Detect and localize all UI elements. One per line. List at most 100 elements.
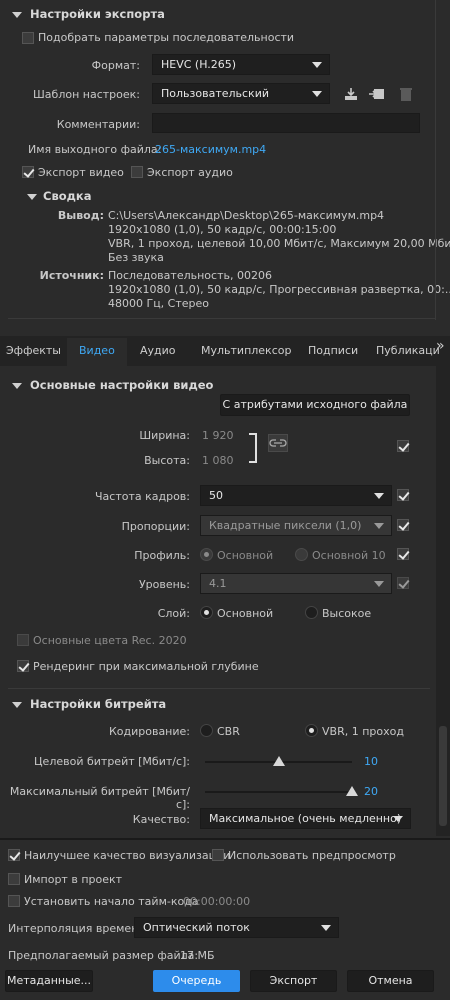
level-value: 4.1 (209, 577, 227, 590)
cbr-radio[interactable] (200, 724, 213, 737)
comments-label: Комментарии: (56, 118, 140, 131)
aspect-override-checkbox[interactable] (397, 519, 409, 531)
match-sequence-label: Подобрать параметры последовательности (38, 31, 295, 44)
preset-label: Шаблон настроек: (33, 88, 140, 101)
cbr-label: CBR (217, 725, 240, 738)
max-depth-checkbox[interactable] (17, 660, 29, 672)
chevron-down-icon (374, 493, 384, 499)
tier-high-label: Высокое (322, 607, 372, 620)
width-value: 1 920 (202, 429, 234, 442)
quality-dropdown[interactable]: Максимальное (очень медленно) (200, 808, 411, 829)
max-depth-label: Рендеринг при максимальной глубине (33, 660, 259, 673)
summary-title: Сводка (43, 189, 92, 203)
fps-label: Частота кадров: (94, 490, 190, 503)
fps-override-checkbox[interactable] (397, 489, 409, 501)
vbr-radio[interactable] (305, 724, 318, 737)
chevron-down-icon (374, 581, 384, 587)
vbr-label: VBR, 1 проход (322, 725, 404, 738)
chevron-down-icon (312, 91, 322, 97)
trash-icon[interactable] (399, 86, 413, 102)
max-bitrate-label: Максимальный битрейт [Мбит/с]: (9, 785, 190, 811)
rec2020-checkbox[interactable] (17, 634, 29, 646)
tab-effects[interactable]: Эффекты (6, 341, 61, 363)
tabs-overflow-icon[interactable]: » (436, 338, 445, 354)
export-video-label: Экспорт видео (38, 166, 124, 179)
video-collapse-icon[interactable] (12, 383, 22, 389)
quality-value: Максимальное (очень медленно) (209, 812, 402, 825)
export-settings-panel: Настройки экспорта Подобрать параметры п… (0, 0, 450, 336)
file-size-value: 17 МБ (180, 949, 215, 962)
cancel-button[interactable]: Отмена (347, 970, 434, 992)
match-source-button[interactable]: С атрибутами исходного файла (220, 394, 410, 416)
export-audio-label: Экспорт аудио (147, 166, 233, 179)
profile-main-label: Основной (217, 549, 274, 562)
chain-link-icon[interactable] (268, 434, 288, 452)
video-scrollbar[interactable] (436, 366, 450, 836)
video-settings-panel: Основные настройки видео С атрибутами ис… (0, 366, 436, 838)
summary-collapse-icon[interactable] (27, 194, 37, 200)
tab-video[interactable]: Видео (67, 338, 127, 366)
scrollbar-thumb[interactable] (439, 726, 447, 826)
time-interp-label: Интерполяция времени: (8, 922, 150, 935)
use-previews-label: Использовать предпросмотр (228, 849, 396, 862)
summary-output-line: VBR, 1 проход, целевой 10,00 Мбит/с, Мак… (108, 237, 450, 250)
match-sequence-checkbox[interactable] (22, 32, 34, 44)
level-override-checkbox[interactable] (397, 577, 409, 589)
import-project-label: Импорт в проект (24, 873, 123, 886)
export-button[interactable]: Экспорт (250, 970, 337, 992)
target-bitrate-thumb[interactable] (272, 756, 285, 766)
target-bitrate-value[interactable]: 10 (364, 755, 378, 768)
link-bracket (249, 433, 257, 463)
max-bitrate-thumb[interactable] (346, 786, 358, 796)
use-previews-checkbox[interactable] (212, 849, 224, 861)
output-name-label: Имя выходного файла: (28, 143, 162, 156)
preset-dropdown[interactable]: Пользовательский (152, 83, 330, 104)
profile-override-checkbox[interactable] (397, 548, 409, 560)
level-dropdown[interactable]: 4.1 (200, 573, 392, 594)
section-divider (8, 688, 430, 689)
profile-main10-radio[interactable] (295, 548, 308, 561)
height-label: Высота: (144, 454, 190, 467)
format-label: Формат: (91, 59, 140, 72)
target-bitrate-label: Целевой битрейт [Мбит/с]: (34, 755, 190, 768)
profile-main10-label: Основной 10 (312, 549, 386, 562)
tab-multiplexer[interactable]: Мультиплексор (201, 341, 291, 363)
chevron-down-icon (374, 523, 384, 529)
encoding-label: Кодирование: (108, 725, 190, 738)
profile-main-radio[interactable] (200, 548, 213, 561)
metadata-button[interactable]: Метаданные... (5, 970, 93, 992)
fps-dropdown[interactable]: 50 (200, 485, 392, 506)
chevron-down-icon (393, 816, 403, 822)
queue-button[interactable]: Очередь (153, 970, 240, 992)
tier-main-label: Основной (217, 607, 274, 620)
set-timecode-checkbox[interactable] (8, 895, 20, 907)
output-name-link[interactable]: 265-максимум.mp4 (155, 143, 266, 156)
max-bitrate-track[interactable] (205, 791, 352, 793)
bitrate-collapse-icon[interactable] (12, 702, 22, 708)
best-quality-checkbox[interactable] (8, 849, 20, 861)
dimensions-override-checkbox[interactable] (397, 440, 409, 452)
tab-audio[interactable]: Аудио (140, 341, 176, 363)
height-value: 1 080 (202, 454, 234, 467)
format-dropdown[interactable]: HEVC (H.265) (152, 54, 330, 75)
bitrate-title: Настройки битрейта (30, 697, 167, 711)
tier-label: Слой: (157, 607, 190, 620)
chevron-down-icon (312, 62, 322, 68)
comments-input[interactable] (152, 113, 420, 133)
export-video-checkbox[interactable] (22, 166, 34, 178)
save-preset-icon[interactable] (343, 86, 359, 102)
import-project-checkbox[interactable] (8, 873, 20, 885)
tier-high-radio[interactable] (305, 606, 318, 619)
tier-main-radio[interactable] (200, 606, 213, 619)
collapse-triangle-icon[interactable] (12, 12, 22, 18)
best-quality-label: Наилучшее качество визуализации (24, 849, 231, 862)
tab-captions[interactable]: Подписи (308, 341, 358, 363)
timecode-value[interactable]: 00:00:00:00 (183, 895, 250, 908)
export-audio-checkbox[interactable] (131, 166, 143, 178)
aspect-dropdown[interactable]: Квадратные пиксели (1,0) (200, 515, 392, 536)
time-interp-dropdown[interactable]: Оптический поток (134, 917, 339, 938)
tab-publish[interactable]: Публикаци (376, 341, 440, 363)
import-preset-icon[interactable] (368, 86, 386, 102)
max-bitrate-value[interactable]: 20 (364, 785, 378, 798)
video-title: Основные настройки видео (30, 378, 214, 392)
